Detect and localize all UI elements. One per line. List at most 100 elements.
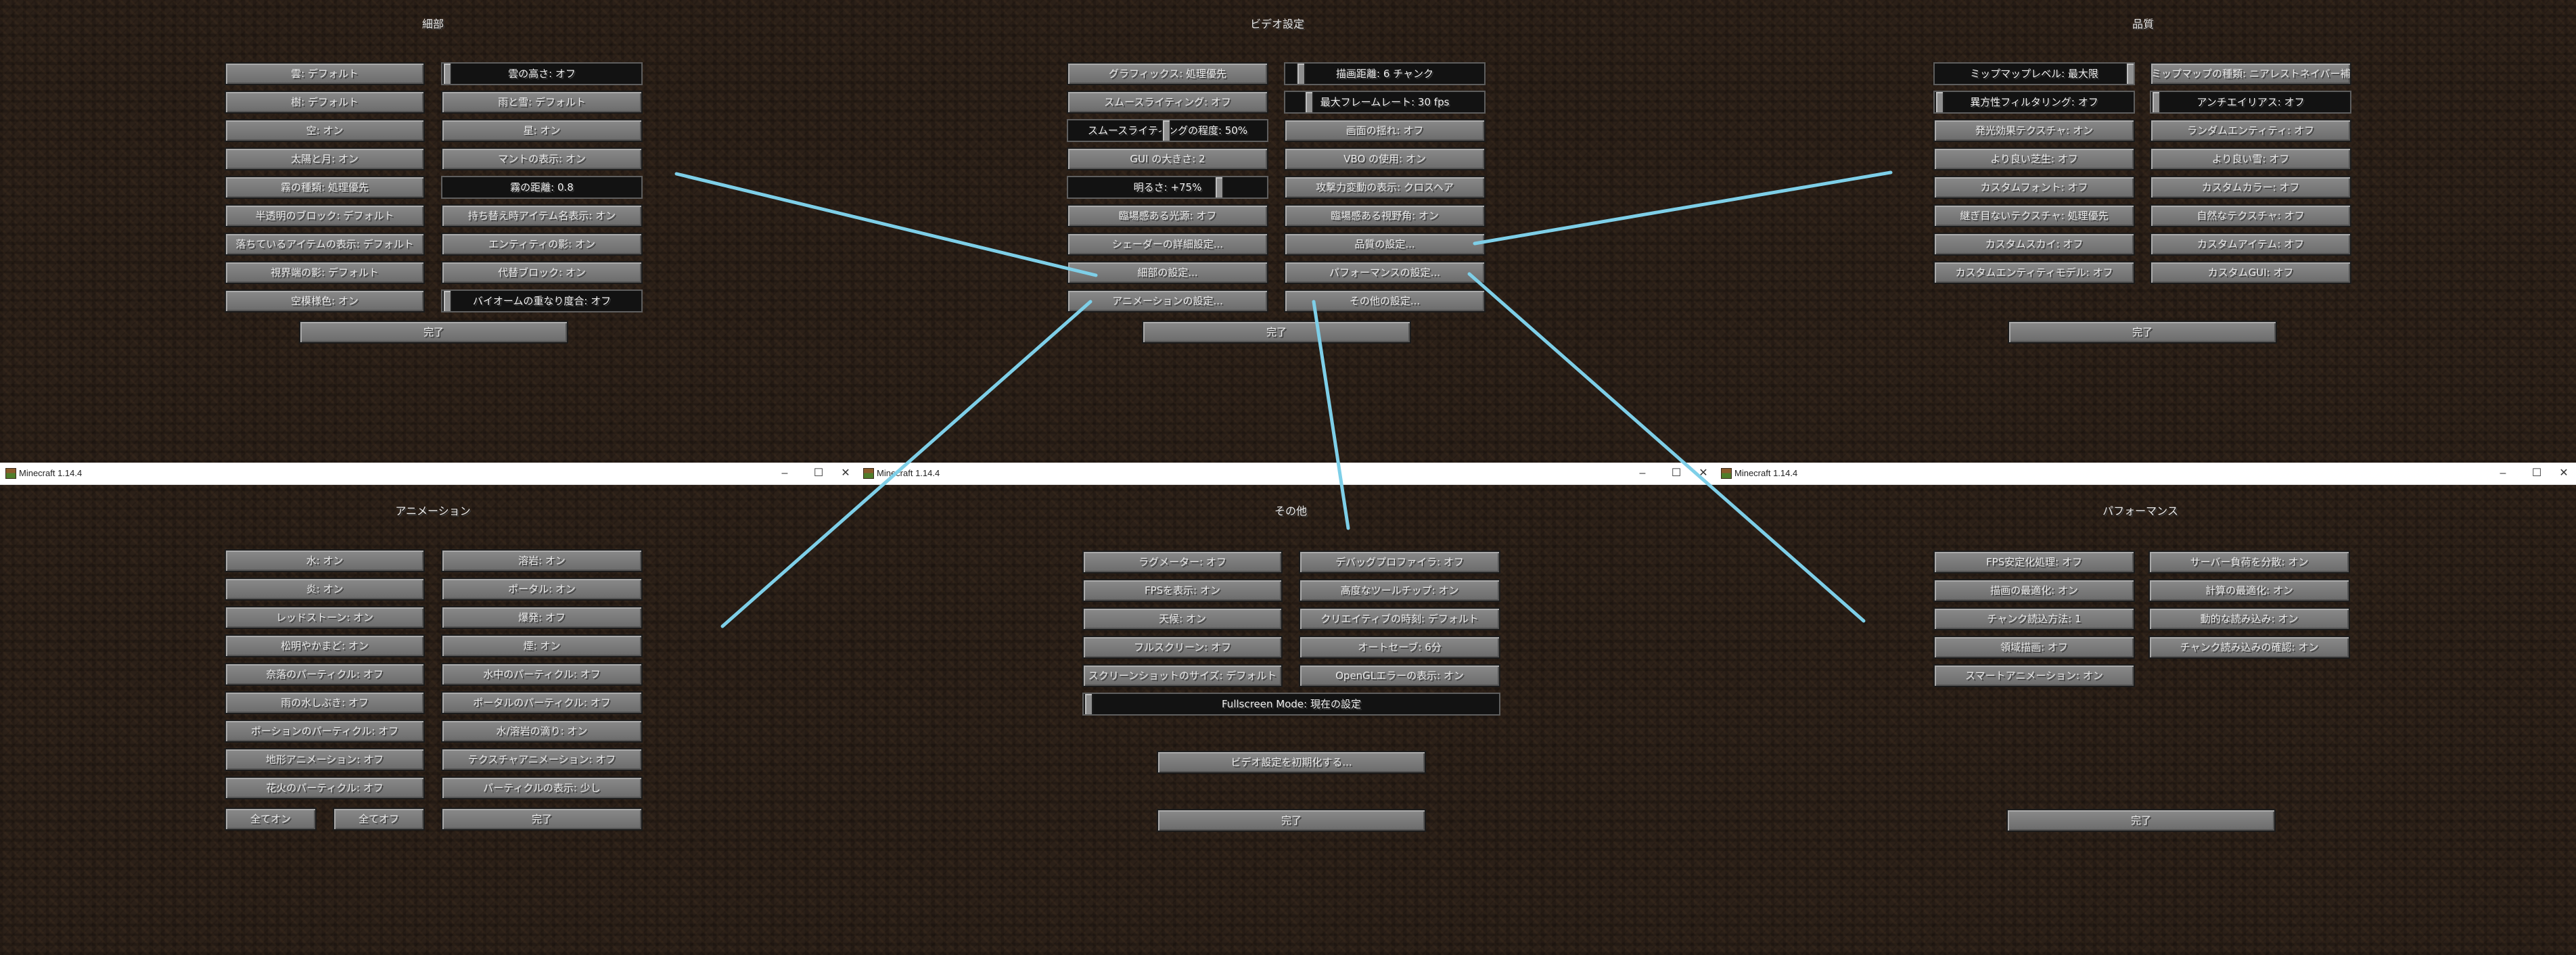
slider-knob[interactable] bbox=[1296, 64, 1306, 84]
anim-smoke[interactable]: 煙: オン bbox=[441, 634, 643, 657]
other-lagometer[interactable]: ラグメーター: オフ bbox=[1082, 551, 1283, 574]
slider-knob[interactable] bbox=[2125, 64, 2134, 84]
anim-portal[interactable]: ポータル: オン bbox=[441, 578, 643, 601]
anim-fireworks[interactable]: 花火のパーティクル: オフ bbox=[225, 776, 425, 799]
slider-knob[interactable] bbox=[442, 64, 452, 84]
details-done-button[interactable]: 完了 bbox=[299, 321, 568, 344]
perf-fast-render[interactable]: 描画の最適化: オン bbox=[1933, 579, 2135, 602]
details-sky[interactable]: 空: オン bbox=[225, 119, 425, 142]
quality-mipmap-level-slider[interactable]: ミップマップレベル: 最大限 bbox=[1933, 62, 2135, 85]
other-fullscreen[interactable]: フルスクリーン: オフ bbox=[1082, 636, 1283, 659]
anim-lava[interactable]: 溶岩: オン bbox=[441, 549, 643, 572]
details-dropped-items[interactable]: 落ちているアイテムの表示: デフォルト bbox=[225, 233, 425, 256]
details-cloud-height-slider[interactable]: 雲の高さ: オフ bbox=[441, 62, 643, 85]
video-other-button[interactable]: その他の設定... bbox=[1284, 289, 1486, 312]
perf-done-button[interactable]: 完了 bbox=[2006, 809, 2276, 832]
anim-redstone[interactable]: レッドストーン: オン bbox=[225, 606, 425, 629]
close-button[interactable]: ✕ bbox=[2550, 465, 2576, 482]
perf-chunk-updates[interactable]: チャンク読込方法: 1 bbox=[1933, 607, 2135, 630]
quality-emissive-textures[interactable]: 発光効果テクスチャ: オン bbox=[1933, 119, 2135, 142]
quality-custom-items[interactable]: カスタムアイテム: オフ bbox=[2150, 233, 2351, 256]
other-screenshot-size[interactable]: スクリーンショットのサイズ: デフォルト bbox=[1082, 664, 1283, 687]
anim-explosion[interactable]: 爆発: オフ bbox=[441, 606, 643, 629]
other-fullscreen-mode-slider[interactable]: Fullscreen Mode: 現在の設定 bbox=[1082, 693, 1500, 716]
other-reset-video-button[interactable]: ビデオ設定を初期化する... bbox=[1157, 751, 1426, 774]
quality-natural-textures[interactable]: 自然なテクスチャ: オフ bbox=[2150, 204, 2351, 227]
video-animation-button[interactable]: アニメーションの設定... bbox=[1067, 289, 1268, 312]
anim-fire[interactable]: 炎: オン bbox=[225, 578, 425, 601]
video-quality-button[interactable]: 品質の設定... bbox=[1284, 233, 1486, 256]
details-translucent-blocks[interactable]: 半透明のブロック: デフォルト bbox=[225, 204, 425, 227]
maximize-button[interactable]: ☐ bbox=[2523, 465, 2550, 482]
slider-knob[interactable] bbox=[1935, 92, 1944, 112]
video-smooth-lighting[interactable]: スムースライティング: オフ bbox=[1067, 91, 1268, 114]
anim-water-particles[interactable]: 水中のパーティクル: オフ bbox=[441, 663, 643, 686]
video-attack-indicator[interactable]: 攻撃力変動の表示: クロスヘア bbox=[1284, 176, 1486, 199]
maximize-button[interactable]: ☐ bbox=[805, 465, 832, 482]
quality-custom-colors[interactable]: カスタムカラー: オフ bbox=[2150, 176, 2351, 199]
quality-better-snow[interactable]: より良い雪: オフ bbox=[2150, 147, 2351, 170]
slider-knob[interactable] bbox=[2151, 92, 2161, 112]
anim-all-on-button[interactable]: 全てオン bbox=[225, 808, 317, 831]
details-held-item-tooltips[interactable]: 持ち替え時アイテム名表示: オン bbox=[441, 204, 643, 227]
quality-antialiasing-slider[interactable]: アンチエイリアス: オフ bbox=[2150, 91, 2351, 114]
details-alternate-blocks[interactable]: 代替ブロック: オン bbox=[441, 261, 643, 284]
slider-knob[interactable] bbox=[1304, 92, 1314, 112]
quality-custom-fonts[interactable]: カスタムフォント: オフ bbox=[1933, 176, 2135, 199]
other-done-button[interactable]: 完了 bbox=[1157, 809, 1426, 832]
video-smooth-lighting-level-slider[interactable]: スムースライティングの程度: 50% bbox=[1067, 119, 1268, 142]
video-vbo[interactable]: VBO の使用: オン bbox=[1284, 147, 1486, 170]
quality-random-entities[interactable]: ランダムエンティティ: オフ bbox=[2150, 119, 2351, 142]
anim-terrain[interactable]: 地形アニメーション: オフ bbox=[225, 748, 425, 771]
video-max-framerate-slider[interactable]: 最大フレームレート: 30 fps bbox=[1284, 91, 1486, 114]
other-opengl-errors[interactable]: OpenGLエラーの表示: オン bbox=[1299, 664, 1500, 687]
details-vignette[interactable]: 視界端の影: デフォルト bbox=[225, 261, 425, 284]
other-debug-profiler[interactable]: デバッグプロファイラ: オフ bbox=[1299, 551, 1500, 574]
slider-knob[interactable] bbox=[1214, 177, 1224, 197]
other-autosave[interactable]: オートセーブ: 6分 bbox=[1299, 636, 1500, 659]
quality-custom-gui[interactable]: カスタムGUI: オフ bbox=[2150, 261, 2351, 284]
quality-custom-entity-models[interactable]: カスタムエンティティモデル: オフ bbox=[1933, 261, 2135, 284]
anim-dripping[interactable]: 水/溶岩の滴り: オン bbox=[441, 720, 643, 743]
anim-all-off-button[interactable]: 全てオフ bbox=[333, 808, 425, 831]
video-performance-button[interactable]: パフォーマンスの設定... bbox=[1284, 261, 1486, 284]
perf-fast-math[interactable]: 計算の最適化: オン bbox=[2148, 579, 2350, 602]
anim-water[interactable]: 水: オン bbox=[225, 549, 425, 572]
other-creative-time[interactable]: クリエイティブの時刻: デフォルト bbox=[1299, 607, 1500, 630]
video-dynamic-fov[interactable]: 臨場感ある視野角: オン bbox=[1284, 204, 1486, 227]
perf-smart-animations[interactable]: スマートアニメーション: オン bbox=[1933, 664, 2135, 687]
anim-void-particles[interactable]: 奈落のパーティクル: オフ bbox=[225, 663, 425, 686]
video-details-button[interactable]: 細部の設定... bbox=[1067, 261, 1268, 284]
quality-anisotropic-slider[interactable]: 異方性フィルタリング: オフ bbox=[1933, 91, 2135, 114]
video-view-bobbing[interactable]: 画面の揺れ: オフ bbox=[1284, 119, 1486, 142]
perf-lazy-chunk-loading[interactable]: チャンク読み込みの確認: オン bbox=[2148, 636, 2350, 659]
quality-connected-textures[interactable]: 継ぎ目ないテクスチャ: 処理優先 bbox=[1933, 204, 2135, 227]
slider-knob[interactable] bbox=[1084, 694, 1093, 714]
anim-portal-particles[interactable]: ポータルのパーティクル: オフ bbox=[441, 691, 643, 714]
video-graphics[interactable]: グラフィックス: 処理優先 bbox=[1067, 62, 1268, 85]
close-button[interactable]: ✕ bbox=[1690, 465, 1717, 482]
anim-potion-particles[interactable]: ポーションのパーティクル: オフ bbox=[225, 720, 425, 743]
anim-particles-level[interactable]: パーティクルの表示: 少し bbox=[441, 776, 643, 799]
anim-flame[interactable]: 松明やかまど: オン bbox=[225, 634, 425, 657]
details-capes[interactable]: マントの表示: オン bbox=[441, 147, 643, 170]
video-dynamic-lights[interactable]: 臨場感ある光源: オフ bbox=[1067, 204, 1268, 227]
close-button[interactable]: ✕ bbox=[832, 465, 859, 482]
perf-smooth-world[interactable]: サーバー負荷を分散: オン bbox=[2148, 551, 2350, 574]
perf-render-regions[interactable]: 領域描画: オフ bbox=[1933, 636, 2135, 659]
details-rain-snow[interactable]: 雨と雪: デフォルト bbox=[441, 91, 643, 114]
video-gui-scale[interactable]: GUI の大きさ: 2 bbox=[1067, 147, 1268, 170]
perf-smooth-fps[interactable]: FPS安定化処理: オフ bbox=[1933, 551, 2135, 574]
minimize-button[interactable]: – bbox=[771, 465, 798, 482]
other-show-fps[interactable]: FPSを表示: オン bbox=[1082, 579, 1283, 602]
minimize-button[interactable]: – bbox=[1629, 465, 1656, 482]
anim-rain-splash[interactable]: 雨の水しぶき: オフ bbox=[225, 691, 425, 714]
details-sky-color[interactable]: 空模様色: オン bbox=[225, 289, 425, 312]
video-done-button[interactable]: 完了 bbox=[1142, 321, 1411, 344]
video-brightness-slider[interactable]: 明るさ: +75% bbox=[1067, 176, 1268, 199]
details-fog-distance-slider[interactable]: 霧の距離: 0.8 bbox=[441, 176, 643, 199]
maximize-button[interactable]: ☐ bbox=[1663, 465, 1690, 482]
details-biome-blend-slider[interactable]: バイオームの重なり度合: オフ bbox=[441, 289, 643, 312]
video-shaders-button[interactable]: シェーダーの詳細設定... bbox=[1067, 233, 1268, 256]
other-weather[interactable]: 天候: オン bbox=[1082, 607, 1283, 630]
